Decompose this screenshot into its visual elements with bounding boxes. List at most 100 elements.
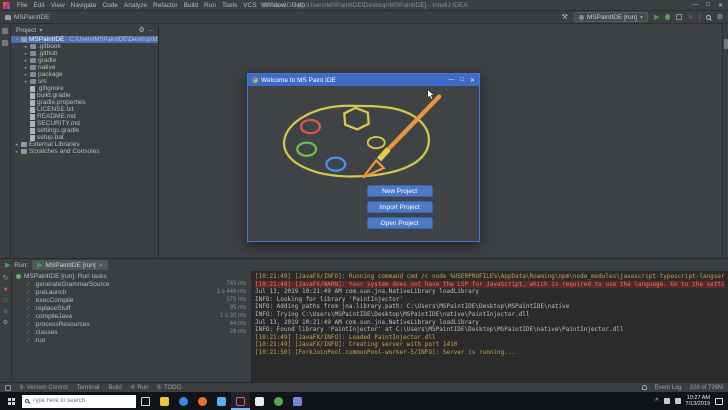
minimize-icon[interactable] [692,2,698,9]
project-root-item[interactable]: MSPaintIDE C:\Users\MSPaintIDE\Desktop\M… [11,36,158,43]
taskbar-app-button[interactable] [250,392,269,410]
settings-gear-icon[interactable] [717,13,723,21]
tool-window-switcher-icon[interactable] [5,384,11,391]
taskbar-app-button[interactable] [174,392,193,410]
project-tree-item[interactable]: native [11,64,158,71]
event-log-icon[interactable] [641,385,647,390]
project-tree-item[interactable]: LICENSE.txt [11,106,158,113]
taskbar-app-button[interactable] [231,392,250,410]
debug-button[interactable] [665,14,671,20]
project-tree-item[interactable]: setup.bat [11,134,158,141]
network-icon[interactable] [663,398,670,404]
taskbar-app-button[interactable] [269,392,288,410]
project-tree-item[interactable]: Scratches and Consoles [11,148,158,155]
menu-item[interactable]: Tools [219,2,240,9]
memory-indicator[interactable]: 328 of 726M [690,385,723,391]
search-everywhere-icon[interactable] [705,14,711,20]
status-bar-item[interactable]: Terminal [77,385,100,391]
taskbar-search[interactable] [22,394,136,408]
pin-icon[interactable] [4,297,8,304]
taskbar-app-button[interactable] [288,392,307,410]
tray-chevron-up-icon[interactable] [655,398,658,405]
soft-wrap-icon[interactable] [4,308,8,315]
project-tree-item[interactable]: README.md [11,113,158,120]
status-bar-item[interactable]: 6: TODO [157,385,181,391]
project-tree-item[interactable]: settings.gradle [11,127,158,134]
build-hammer-icon[interactable] [562,13,568,21]
dialog-minimize-icon[interactable] [448,77,454,84]
taskbar-app-button[interactable] [155,392,174,410]
stop-icon[interactable] [4,286,8,293]
structure-tool-icon[interactable] [2,40,8,46]
chevron-down-icon[interactable] [39,27,42,34]
console-settings-icon[interactable] [3,319,8,326]
menu-item[interactable]: Refactor [150,2,181,9]
run-config-select[interactable]: MSPaintIDE [run] [573,12,649,22]
gradle-task-row[interactable]: :classes 26 ms [12,328,251,336]
gradle-task-row[interactable]: :execCompile 175 ms [12,296,251,304]
gradle-task-row[interactable]: :replaceStuff 95 ms [12,304,251,312]
gradle-task-row[interactable]: :run [12,336,251,344]
project-tree-item[interactable]: .github [11,50,158,57]
project-tree-item[interactable]: gradle.properties [11,99,158,106]
rerun-icon[interactable] [3,274,9,282]
expand-chevron-icon[interactable] [15,149,19,155]
action-center-icon[interactable] [715,397,723,405]
start-button[interactable] [0,392,22,410]
hide-panel-icon[interactable] [149,27,153,34]
search-input[interactable] [32,395,132,407]
project-tree-item[interactable]: src [11,78,158,85]
gradle-tool-icon[interactable] [723,39,728,49]
gradle-task-row[interactable]: :processResources 44 ms [12,320,251,328]
close-tab-icon[interactable] [99,262,103,269]
project-tool-icon[interactable] [2,28,8,34]
status-bar-item[interactable]: Build [108,385,121,391]
gradle-task-row[interactable]: :preLaunch 1 s 446 ms [12,288,251,296]
dialog-button[interactable]: Import Project [366,201,433,213]
run-console[interactable]: [10:21:49] [JavaFX/INFO]: Running comman… [252,271,728,382]
menu-item[interactable]: Build [181,2,201,9]
menu-item[interactable]: VCS [240,2,259,9]
menu-item[interactable]: Navigate [68,2,100,9]
close-icon[interactable] [718,2,723,9]
expand-chevron-icon[interactable] [24,51,28,57]
expand-chevron-icon[interactable] [24,44,28,50]
project-tree-item[interactable]: build.gradle [11,92,158,99]
gradle-task-row[interactable]: :generateGrammarSource 745 ms [12,280,251,288]
breadcrumb[interactable]: MSPaintIDE [5,14,49,21]
taskbar-clock[interactable]: 10:27 AM 7/13/2019 [686,395,710,408]
menu-item[interactable]: Code [99,2,121,9]
status-bar-item[interactable]: 4: Run [131,385,149,391]
volume-icon[interactable] [674,398,681,404]
gradle-task-row[interactable]: :compileJava 1 s 30 ms [12,312,251,320]
gradle-run-root[interactable]: MSPaintIDE [run]: Run tasks [12,272,251,280]
dialog-button[interactable]: Open Project [366,217,433,229]
dialog-title-bar[interactable]: Welcome to MS Paint IDE [248,74,479,86]
menu-item[interactable]: Run [201,2,219,9]
status-bar-item[interactable]: 9: Version Control [20,385,68,391]
dialog-close-icon[interactable] [470,77,475,84]
panel-settings-icon[interactable] [138,26,144,34]
menu-item[interactable]: Edit [30,2,47,9]
menu-item[interactable]: View [48,2,68,9]
run-tab[interactable]: MSPaintIDE [run] [32,260,108,270]
project-tree-item[interactable]: gradle [11,57,158,64]
expand-chevron-icon[interactable] [24,79,28,85]
taskbar-app-button[interactable] [193,392,212,410]
project-tree-item[interactable]: SECURITY.md [11,120,158,127]
project-tree-item[interactable]: .gitbook [11,43,158,50]
coverage-button[interactable] [676,14,683,20]
run-button[interactable] [654,13,659,21]
expand-chevron-icon[interactable] [24,65,28,71]
dialog-maximize-icon[interactable] [460,77,464,84]
expand-chevron-icon[interactable] [15,37,19,43]
project-tree-item[interactable]: .gitignore [11,85,158,92]
dialog-button[interactable]: New Project [366,185,433,197]
menu-item[interactable]: Analyze [121,2,150,9]
stop-button[interactable] [688,14,692,21]
maximize-icon[interactable] [706,2,710,9]
taskbar-app-button[interactable] [212,392,231,410]
project-tree-item[interactable]: External Libraries [11,141,158,148]
expand-chevron-icon[interactable] [15,142,19,148]
menu-item[interactable]: File [14,2,30,9]
